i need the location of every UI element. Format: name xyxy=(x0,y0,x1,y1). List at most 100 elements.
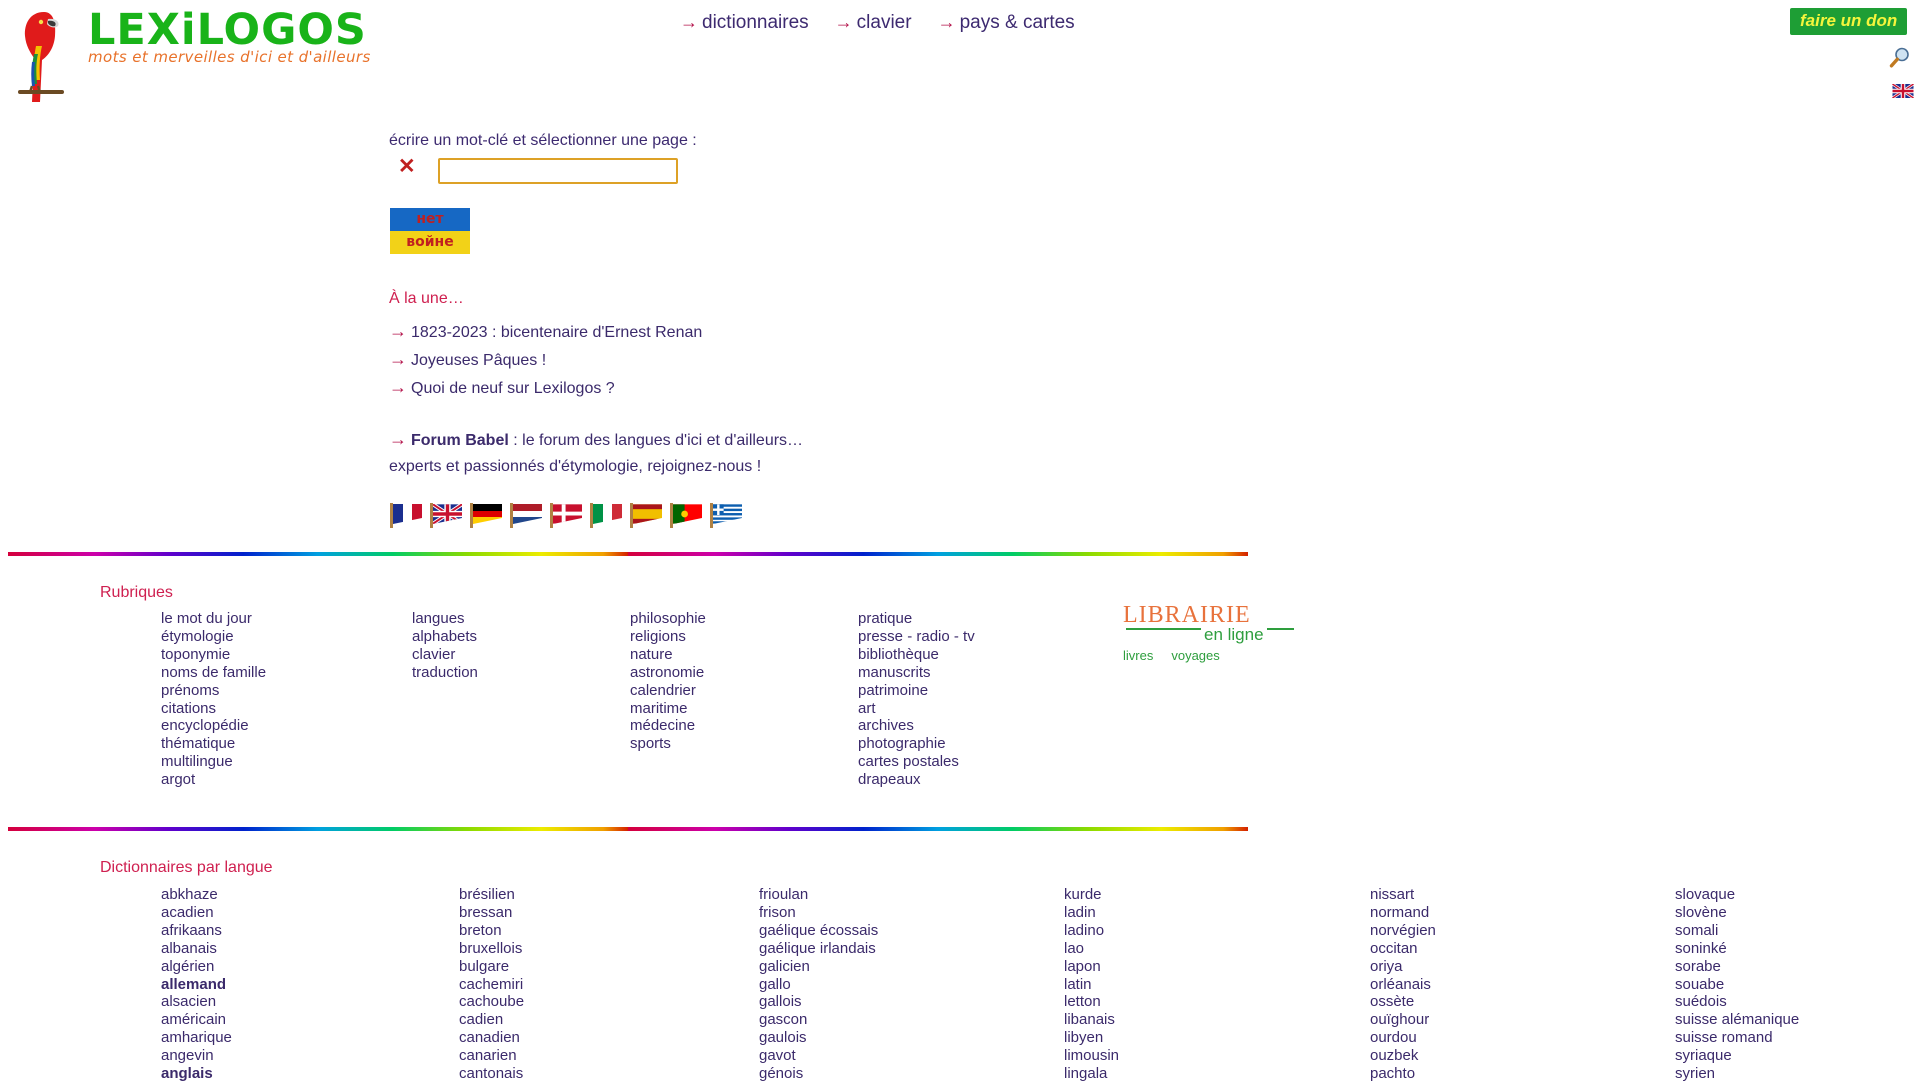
dictionnaire-link[interactable]: gascon xyxy=(759,1011,878,1029)
dictionnaire-link[interactable]: ladino xyxy=(1064,922,1119,940)
dictionnaire-link[interactable]: génois xyxy=(759,1065,878,1083)
rubrique-link[interactable]: médecine xyxy=(630,717,706,735)
dictionnaire-link[interactable]: suédois xyxy=(1675,993,1799,1011)
dictionnaire-link[interactable]: ouzbek xyxy=(1370,1047,1436,1065)
dictionnaire-link[interactable]: afrikaans xyxy=(161,922,232,940)
dictionnaire-link[interactable]: normand xyxy=(1370,904,1436,922)
dictionnaire-link[interactable]: limousin xyxy=(1064,1047,1119,1065)
dictionnaire-link[interactable]: cantonais xyxy=(459,1065,524,1083)
rubrique-link[interactable]: drapeaux xyxy=(858,771,975,789)
clear-search-icon[interactable]: ✕ xyxy=(398,156,416,177)
dictionnaire-link[interactable]: soninké xyxy=(1675,940,1799,958)
dictionnaire-link[interactable]: orléanais xyxy=(1370,976,1436,994)
dictionnaire-link[interactable]: brésilien xyxy=(459,886,524,904)
rubrique-link[interactable]: art xyxy=(858,700,975,718)
dictionnaire-link[interactable]: gaélique irlandais xyxy=(759,940,878,958)
dictionnaire-link[interactable]: ourdou xyxy=(1370,1029,1436,1047)
dictionnaire-link[interactable]: oriya xyxy=(1370,958,1436,976)
greece-flag-icon[interactable] xyxy=(710,503,742,528)
dictionnaire-link[interactable]: bressan xyxy=(459,904,524,922)
nav-item-pays-cartes[interactable]: → pays & cartes xyxy=(938,12,1075,33)
rubrique-link[interactable]: archives xyxy=(858,717,975,735)
rubrique-link[interactable]: maritime xyxy=(630,700,706,718)
germany-flag-icon[interactable] xyxy=(470,503,502,528)
news-item[interactable]: → Quoi de neuf sur Lexilogos ? xyxy=(389,374,702,402)
dictionnaire-link[interactable]: libanais xyxy=(1064,1011,1119,1029)
dictionnaire-link[interactable]: latin xyxy=(1064,976,1119,994)
rubrique-link[interactable]: noms de famille xyxy=(161,664,266,682)
rubrique-link[interactable]: cartes postales xyxy=(858,753,975,771)
dictionnaire-link[interactable]: allemand xyxy=(161,976,232,994)
rubrique-link[interactable]: clavier xyxy=(412,646,478,664)
dictionnaire-link[interactable]: ouïghour xyxy=(1370,1011,1436,1029)
dictionnaire-link[interactable]: gallo xyxy=(759,976,878,994)
rubrique-link[interactable]: patrimoine xyxy=(858,682,975,700)
dictionnaire-link[interactable]: norvégien xyxy=(1370,922,1436,940)
rubrique-link[interactable]: thématique xyxy=(161,735,266,753)
news-item[interactable]: → Joyeuses Pâques ! xyxy=(389,346,702,374)
nav-item-clavier[interactable]: → clavier xyxy=(835,12,912,33)
rubrique-link[interactable]: citations xyxy=(161,700,266,718)
dictionnaire-link[interactable]: syrien xyxy=(1675,1065,1799,1083)
portugal-flag-icon[interactable] xyxy=(670,503,702,528)
dictionnaire-link[interactable]: canadien xyxy=(459,1029,524,1047)
rubrique-link[interactable]: traduction xyxy=(412,664,478,682)
rubrique-link[interactable]: manuscrits xyxy=(858,664,975,682)
dictionnaire-link[interactable]: gavot xyxy=(759,1047,878,1065)
rubrique-link[interactable]: sports xyxy=(630,735,706,753)
dictionnaire-link[interactable]: breton xyxy=(459,922,524,940)
rubrique-link[interactable]: alphabets xyxy=(412,628,478,646)
dictionnaire-link[interactable]: ossète xyxy=(1370,993,1436,1011)
dictionnaire-link[interactable]: bruxellois xyxy=(459,940,524,958)
dictionnaire-link[interactable]: angevin xyxy=(161,1047,232,1065)
dictionnaire-link[interactable]: amharique xyxy=(161,1029,232,1047)
dictionnaire-link[interactable]: anglais xyxy=(161,1065,232,1083)
rubrique-link[interactable]: toponymie xyxy=(161,646,266,664)
dictionnaire-link[interactable]: sorabe xyxy=(1675,958,1799,976)
dictionnaire-link[interactable]: lapon xyxy=(1064,958,1119,976)
dictionnaire-link[interactable]: gaulois xyxy=(759,1029,878,1047)
dictionnaire-link[interactable]: frioulan xyxy=(759,886,878,904)
dictionnaire-link[interactable]: libyen xyxy=(1064,1029,1119,1047)
dictionnaire-link[interactable]: nissart xyxy=(1370,886,1436,904)
dictionnaire-link[interactable]: abkhaze xyxy=(161,886,232,904)
rubrique-link[interactable]: philosophie xyxy=(630,610,706,628)
dictionnaire-link[interactable]: lingala xyxy=(1064,1065,1119,1083)
dictionnaire-link[interactable]: canarien xyxy=(459,1047,524,1065)
dictionnaire-link[interactable]: pachto xyxy=(1370,1065,1436,1083)
dictionnaire-link[interactable]: slovène xyxy=(1675,904,1799,922)
dictionnaire-link[interactable]: bulgare xyxy=(459,958,524,976)
dictionnaire-link[interactable]: suisse romand xyxy=(1675,1029,1799,1047)
forum-babel-link[interactable]: Forum Babel xyxy=(411,432,509,449)
site-logo[interactable]: LEXiLOGOS mots et merveilles d'ici et d'… xyxy=(8,2,388,114)
magnifier-icon[interactable] xyxy=(1888,46,1912,70)
dictionnaire-link[interactable]: gallois xyxy=(759,993,878,1011)
rubrique-link[interactable]: photographie xyxy=(858,735,975,753)
dictionnaire-link[interactable]: gaélique écossais xyxy=(759,922,878,940)
librairie-en-ligne-block[interactable]: LIBRAIRIE en ligne livres voyages xyxy=(1123,603,1303,663)
dictionnaire-link[interactable]: ladin xyxy=(1064,904,1119,922)
rubrique-link[interactable]: étymologie xyxy=(161,628,266,646)
spain-flag-icon[interactable] xyxy=(630,503,662,528)
rubrique-link[interactable]: calendrier xyxy=(630,682,706,700)
dictionnaire-link[interactable]: somali xyxy=(1675,922,1799,940)
dictionnaire-link[interactable]: alsacien xyxy=(161,993,232,1011)
france-flag-icon[interactable] xyxy=(390,503,422,528)
rubrique-link[interactable]: religions xyxy=(630,628,706,646)
denmark-flag-icon[interactable] xyxy=(550,503,582,528)
news-item[interactable]: → 1823-2023 : bicentenaire d'Ernest Renan xyxy=(389,318,702,346)
forum-babel-line-1[interactable]: → Forum Babel : le forum des langues d'ic… xyxy=(389,430,803,450)
dictionnaire-link[interactable]: cachemiri xyxy=(459,976,524,994)
dictionnaire-link[interactable]: cadien xyxy=(459,1011,524,1029)
rubrique-link[interactable]: prénoms xyxy=(161,682,266,700)
dictionnaire-link[interactable]: acadien xyxy=(161,904,232,922)
search-input[interactable] xyxy=(438,158,678,184)
librairie-link-livres[interactable]: livres xyxy=(1123,648,1153,663)
dictionnaire-link[interactable]: souabe xyxy=(1675,976,1799,994)
dictionnaire-link[interactable]: slovaque xyxy=(1675,886,1799,904)
donate-button[interactable]: faire un don xyxy=(1790,8,1908,35)
dictionnaire-link[interactable]: américain xyxy=(161,1011,232,1029)
dictionnaire-link[interactable]: galicien xyxy=(759,958,878,976)
uk-flag-icon[interactable] xyxy=(430,503,462,528)
dictionnaire-link[interactable]: letton xyxy=(1064,993,1119,1011)
